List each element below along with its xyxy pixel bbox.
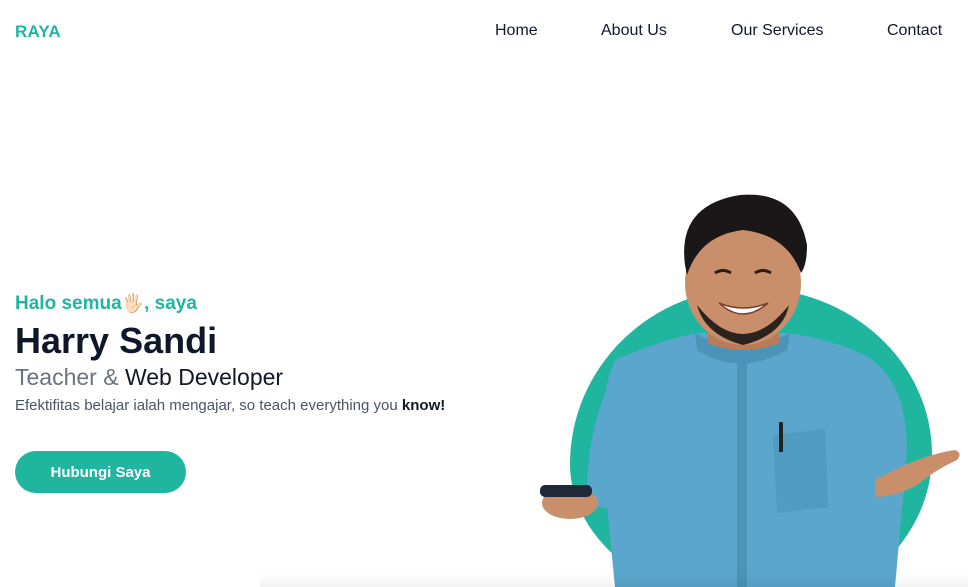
navbar: RAYA Home About Us Our Services Contact	[0, 0, 968, 64]
nav-link-contact[interactable]: Contact	[887, 22, 942, 40]
contact-me-button[interactable]: Hubungi Saya	[15, 451, 186, 493]
hero-tagline: Efektifitas belajar ialah mengajar, so t…	[15, 395, 535, 417]
floor-shadow	[260, 572, 968, 587]
greeting-text: Halo semua	[15, 293, 122, 314]
nav-link-our-services[interactable]: Our Services	[731, 22, 823, 40]
hero-intro: Halo semua🖐🏻, saya Harry Sandi Teacher &…	[15, 290, 535, 417]
greeting-suffix: , saya	[144, 293, 197, 314]
brand-logo[interactable]: RAYA	[15, 22, 61, 42]
role-web-developer: Web Developer	[124, 364, 284, 390]
tagline-text: Efektifitas belajar ialah mengajar, so t…	[15, 397, 398, 414]
nav-link-about-us[interactable]: About Us	[601, 22, 667, 40]
hero-greeting: Halo semua🖐🏻, saya	[15, 290, 535, 317]
role-teacher: Teacher &	[15, 364, 119, 390]
hero-role: Teacher & Web Developer	[15, 363, 535, 391]
tagline-emphasis: know!	[401, 397, 446, 414]
nav-link-home[interactable]: Home	[495, 22, 538, 40]
hero-name: Harry Sandi	[15, 320, 218, 361]
portrait-image	[540, 194, 960, 587]
waving-hand-icon: 🖐🏻	[121, 293, 145, 313]
